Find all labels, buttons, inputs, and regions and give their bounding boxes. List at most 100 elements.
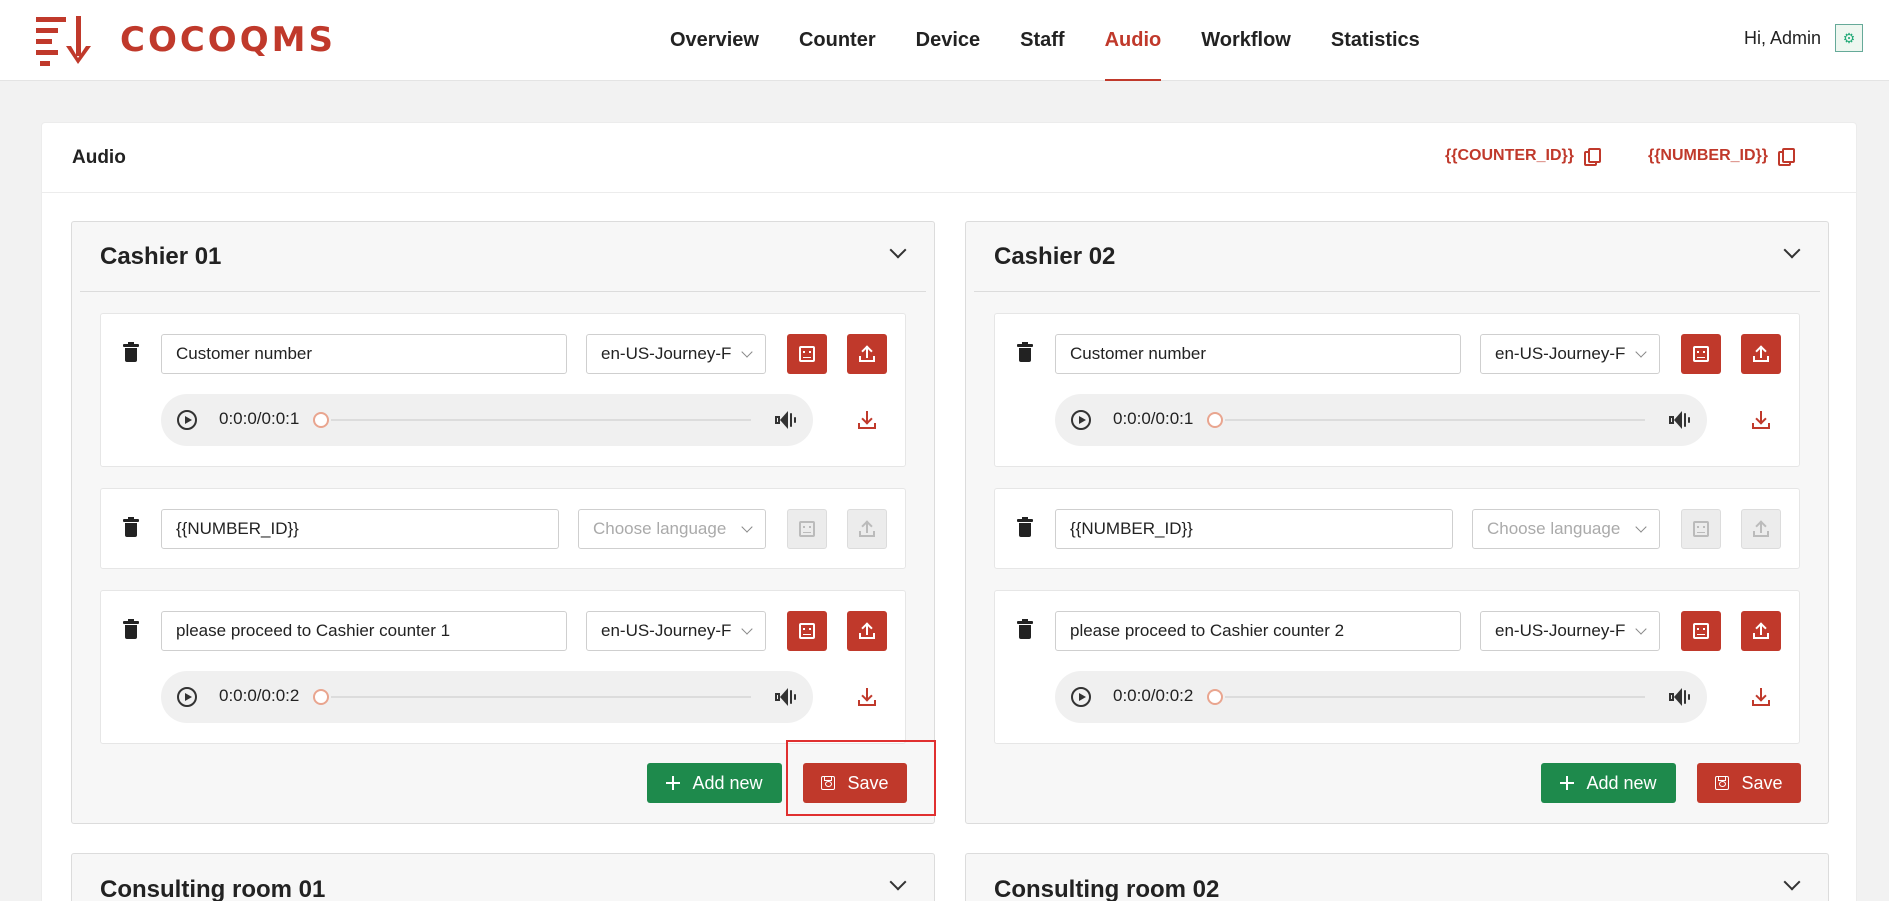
language-value: en-US-Journey-F	[1495, 344, 1626, 363]
generate-tts-button[interactable]	[787, 509, 827, 549]
download-icon[interactable]	[1752, 411, 1770, 429]
playback-time: 0:0:0/0:0:2	[1113, 686, 1194, 705]
upload-audio-button[interactable]	[847, 611, 887, 651]
chevron-down-icon[interactable]	[1783, 241, 1801, 259]
add-new-label: Add new	[692, 772, 763, 793]
play-icon[interactable]	[1071, 687, 1091, 707]
generate-tts-button[interactable]	[787, 611, 827, 651]
nav-device[interactable]: Device	[896, 0, 1001, 81]
language-select[interactable]: en-US-Journey-F	[1480, 334, 1660, 374]
add-new-label: Add new	[1586, 772, 1657, 793]
upload-audio-button[interactable]	[847, 334, 887, 374]
audio-item: en-US-Journey-F 0:0:0/0:0:1	[994, 313, 1800, 467]
nav-staff[interactable]: Staff	[1000, 0, 1084, 81]
language-select[interactable]: Choose language	[578, 509, 766, 549]
chevron-down-icon[interactable]	[889, 241, 907, 259]
add-new-button[interactable]: Add new	[1541, 763, 1676, 803]
chevron-down-icon	[741, 623, 753, 635]
upload-audio-button[interactable]	[1741, 509, 1781, 549]
seek-handle[interactable]	[313, 689, 329, 705]
trash-icon[interactable]	[123, 342, 139, 362]
chevron-down-icon	[1635, 623, 1647, 635]
save-button[interactable]: Save	[1697, 763, 1801, 803]
upload-audio-button[interactable]	[847, 509, 887, 549]
seek-handle[interactable]	[1207, 689, 1223, 705]
robot-icon	[799, 623, 815, 639]
counter-panel-cashier-02: Cashier 02 en-US-Journey-F 0:0:0/0:0:1 C…	[965, 221, 1829, 824]
panel-header[interactable]: Consulting room 01	[80, 854, 926, 901]
language-value: en-US-Journey-F	[1495, 621, 1626, 640]
panel-header[interactable]: Cashier 02	[974, 222, 1820, 292]
upload-audio-button[interactable]	[1741, 611, 1781, 651]
panel-header[interactable]: Consulting room 02	[974, 854, 1820, 901]
logo-icon	[36, 14, 106, 66]
audio-text-input[interactable]	[161, 334, 567, 374]
robot-icon	[799, 346, 815, 362]
top-navbar: COCOQMS Overview Counter Device Staff Au…	[0, 0, 1889, 81]
nav-counter[interactable]: Counter	[779, 0, 896, 81]
trash-icon[interactable]	[1017, 517, 1033, 537]
audio-card-header: Audio {{COUNTER_ID}} {{NUMBER_ID}}	[42, 123, 1856, 193]
audio-player: 0:0:0/0:0:1	[1055, 394, 1707, 446]
language-select[interactable]: en-US-Journey-F	[586, 611, 766, 651]
play-icon[interactable]	[1071, 410, 1091, 430]
volume-icon[interactable]	[775, 687, 797, 707]
robot-icon	[799, 521, 815, 537]
trash-icon[interactable]	[123, 619, 139, 639]
audio-player: 0:0:0/0:0:2	[161, 671, 813, 723]
trash-icon[interactable]	[1017, 619, 1033, 639]
seek-bar[interactable]	[331, 419, 751, 421]
trash-icon[interactable]	[1017, 342, 1033, 362]
playback-time: 0:0:0/0:0:1	[219, 409, 300, 428]
generate-tts-button[interactable]	[1681, 334, 1721, 374]
audio-item: en-US-Journey-F 0:0:0/0:0:1	[100, 313, 906, 467]
robot-icon	[1693, 521, 1709, 537]
volume-icon[interactable]	[1669, 687, 1691, 707]
upload-icon	[859, 345, 875, 362]
copy-icon	[1583, 148, 1601, 166]
avatar-icon[interactable]: ⚙	[1835, 24, 1863, 52]
volume-icon[interactable]	[1669, 410, 1691, 430]
language-select[interactable]: en-US-Journey-F	[586, 334, 766, 374]
logo[interactable]: COCOQMS	[36, 14, 336, 66]
seek-handle[interactable]	[1207, 412, 1223, 428]
audio-text-input[interactable]	[161, 611, 567, 651]
trash-icon[interactable]	[123, 517, 139, 537]
nav-workflow[interactable]: Workflow	[1181, 0, 1311, 81]
volume-icon[interactable]	[775, 410, 797, 430]
audio-text-input[interactable]	[1055, 509, 1453, 549]
copy-number-id-button[interactable]: {{NUMBER_ID}}	[1648, 147, 1795, 166]
audio-text-input[interactable]	[1055, 334, 1461, 374]
user-menu[interactable]: Hi, Admin ⚙	[1744, 24, 1863, 52]
audio-text-input[interactable]	[1055, 611, 1461, 651]
language-placeholder: Choose language	[1487, 519, 1621, 538]
chevron-down-icon[interactable]	[889, 873, 907, 891]
nav-audio[interactable]: Audio	[1085, 0, 1182, 81]
nav-statistics[interactable]: Statistics	[1311, 0, 1440, 81]
generate-tts-button[interactable]	[787, 334, 827, 374]
generate-tts-button[interactable]	[1681, 509, 1721, 549]
nav-overview[interactable]: Overview	[650, 0, 779, 81]
robot-icon	[1693, 623, 1709, 639]
download-icon[interactable]	[858, 688, 876, 706]
chevron-down-icon[interactable]	[1783, 873, 1801, 891]
playback-time: 0:0:0/0:0:2	[219, 686, 300, 705]
play-icon[interactable]	[177, 687, 197, 707]
panel-header[interactable]: Cashier 01	[80, 222, 926, 292]
language-select[interactable]: en-US-Journey-F	[1480, 611, 1660, 651]
seek-handle[interactable]	[313, 412, 329, 428]
upload-audio-button[interactable]	[1741, 334, 1781, 374]
audio-text-input[interactable]	[161, 509, 559, 549]
seek-bar[interactable]	[1225, 419, 1645, 421]
copy-counter-id-button[interactable]: {{COUNTER_ID}}	[1445, 147, 1601, 166]
seek-bar[interactable]	[331, 696, 751, 698]
generate-tts-button[interactable]	[1681, 611, 1721, 651]
panel-title: Consulting room 01	[100, 875, 326, 901]
add-new-button[interactable]: Add new	[647, 763, 782, 803]
upload-icon	[1753, 622, 1769, 639]
seek-bar[interactable]	[1225, 696, 1645, 698]
language-select[interactable]: Choose language	[1472, 509, 1660, 549]
play-icon[interactable]	[177, 410, 197, 430]
download-icon[interactable]	[1752, 688, 1770, 706]
download-icon[interactable]	[858, 411, 876, 429]
